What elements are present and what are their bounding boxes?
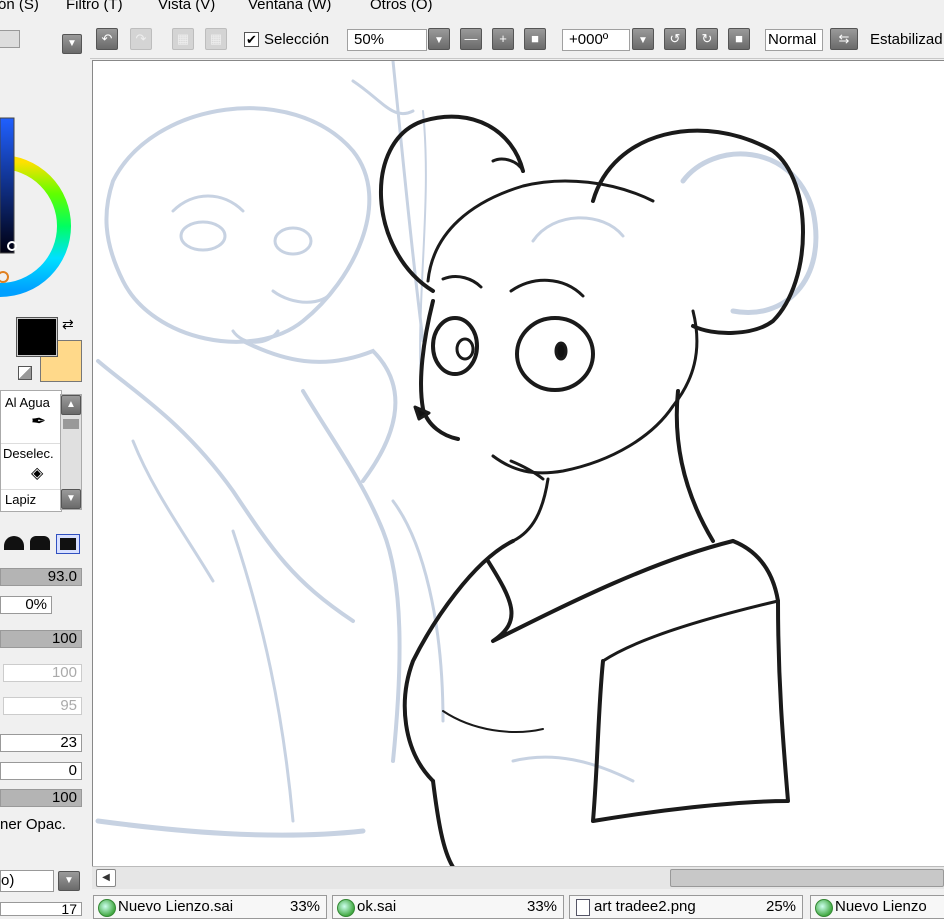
rotate-left-button[interactable]: ↺ [664,28,686,50]
selection-label: Selección [264,31,330,48]
panel-toggle-button[interactable] [0,30,20,48]
color-wheel[interactable] [0,58,90,308]
artwork [95,59,819,869]
stabilizer-label: Estabilizad [870,31,943,48]
document-icon [815,899,833,917]
swap-colors-icon[interactable]: ⇄ [62,316,74,333]
undo-button[interactable]: ↶ [96,28,118,50]
canvas-horizontal-scrollbar[interactable]: ◀ [92,866,944,889]
dilution-slider[interactable]: 95 [3,697,82,715]
tool-scroll-thumb[interactable] [63,419,79,429]
zoom-reset-button[interactable]: ■ [524,28,546,50]
brush-icon[interactable]: ✒ [31,411,46,432]
menu-selection[interactable]: ón (S) [0,0,39,13]
document-tabs: Nuevo Lienzo.sai 33% ok.sai 33% art trad… [90,892,944,919]
density-slider[interactable]: 100 [0,630,82,648]
brush-shape-medium[interactable] [30,536,50,550]
blend-slider[interactable]: 100 [3,664,82,682]
collapse-panel-button[interactable]: ▼ [62,34,82,54]
menu-window[interactable]: Ventana (W) [248,0,331,13]
hue-handle[interactable] [0,271,9,283]
menu-others[interactable]: Otros (O) [370,0,433,13]
min-size-field[interactable]: 0% [0,596,52,614]
brush-mode-dropdown[interactable]: o) [0,870,54,892]
tab-name: Nuevo Lienzo.sai [118,898,234,915]
transparent-color-icon[interactable] [18,366,32,380]
rotation-field[interactable]: +000º [562,29,630,51]
redo-button[interactable]: ↷ [130,28,152,50]
menu-bar: ón (S) Filtro (T) Vista (V) Ventana (W) … [0,0,944,18]
flip-horizontal-button[interactable]: ⇆ [830,28,858,50]
lineart-layer [379,114,805,869]
tool-scroll-down-button[interactable]: ▼ [61,489,81,509]
menu-view[interactable]: Vista (V) [158,0,215,13]
deselect-button[interactable]: ▦ [172,28,194,50]
tab-document-1[interactable]: Nuevo Lienzo.sai 33% [93,895,327,919]
tool-list-scrollbar[interactable]: ▲ ▼ [60,394,82,510]
keep-opacity-label[interactable]: ner Opac. [0,816,66,833]
zoom-in-button[interactable]: + [492,28,514,50]
brush-shape-hard[interactable] [56,534,80,554]
menu-filter[interactable]: Filtro (T) [66,0,123,13]
tab-document-2[interactable]: ok.sai 33% [332,895,564,919]
zoom-out-button[interactable]: — [460,28,482,50]
invert-selection-button[interactable]: ▦ [205,28,227,50]
tab-document-4[interactable]: Nuevo Lienzo [810,895,944,919]
blur-slider[interactable]: 0 [0,762,82,780]
scroll-thumb[interactable] [670,869,944,887]
rotate-right-button[interactable]: ↻ [696,28,718,50]
tool-lapiz-label[interactable]: Lapiz [5,492,36,507]
tool-list: Al Agua ✒ Deselec. ◈ Lapiz [0,390,62,512]
tool-deselec-label[interactable]: Deselec. [3,446,54,461]
toolbar: ▼ ↶ ↷ ▦ ▦ ✔ Selección 50% ▼ — + ■ +000º … [0,18,944,59]
primary-color-swatch[interactable] [16,317,58,357]
brush-shape-row [0,532,84,556]
zoom-field[interactable]: 50% [347,29,427,51]
selection-checkbox[interactable]: ✔ [244,32,259,47]
brush-shape-soft[interactable] [4,536,24,550]
tool-al-agua-label[interactable]: Al Agua [5,395,50,410]
image-file-icon [576,899,590,916]
rotation-dropdown-button[interactable]: ▼ [632,28,654,50]
left-panel: ⇄ Al Agua ✒ Deselec. ◈ Lapiz ▲ ▼ 93.0 0%… [0,58,90,916]
tab-zoom: 25% [766,898,797,915]
tab-name: Nuevo Lienzo [835,898,927,915]
tab-document-3[interactable]: art tradee2.png 25% [569,895,803,919]
bottom-value-field[interactable]: 17 [0,902,82,916]
brush-mode-dropdown-button[interactable]: ▼ [58,871,80,891]
zoom-dropdown-button[interactable]: ▼ [428,28,450,50]
document-icon [98,899,116,917]
brush-size-slider[interactable]: 93.0 [0,568,82,586]
document-icon [337,899,355,917]
blend-mode-field[interactable]: Normal [765,29,823,51]
drawing-canvas[interactable] [92,59,944,869]
opacity-slider[interactable]: 100 [0,789,82,807]
scroll-left-button[interactable]: ◀ [96,869,116,887]
tab-zoom: 33% [290,898,321,915]
tab-name: art tradee2.png [594,898,696,915]
tab-zoom: 33% [527,898,558,915]
persistence-slider[interactable]: 23 [0,734,82,752]
rotate-reset-button[interactable]: ■ [728,28,750,50]
eraser-icon[interactable]: ◈ [31,463,43,483]
tool-scroll-up-button[interactable]: ▲ [61,395,81,415]
tab-name: ok.sai [357,898,397,915]
